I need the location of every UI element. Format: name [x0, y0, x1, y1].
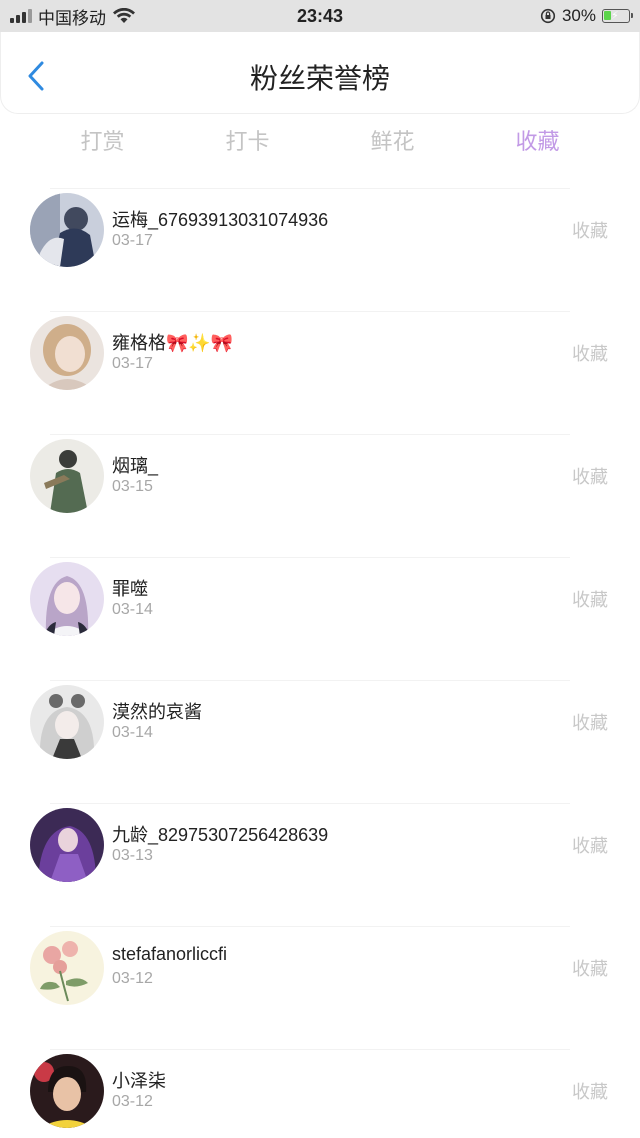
avatar[interactable] — [30, 193, 104, 267]
avatar[interactable] — [30, 931, 104, 1005]
list-item[interactable]: 漠然的哀酱 03-14 收藏 — [0, 660, 640, 783]
action-label: 收藏 — [572, 344, 608, 364]
avatar[interactable] — [30, 316, 104, 390]
list-item[interactable]: stefafanorliccfi 03-12 收藏 — [0, 906, 640, 1029]
page-title: 粉丝荣誉榜 — [249, 63, 390, 94]
user-name: 雍格格🎀✨🎀 — [112, 333, 234, 353]
user-name: 烟璃_ — [112, 456, 159, 476]
avatar[interactable] — [30, 439, 104, 513]
date-label: 03-17 — [112, 355, 153, 372]
action-label: 收藏 — [572, 836, 608, 856]
tab-reward[interactable]: 打赏 — [30, 122, 175, 162]
action-label: 收藏 — [572, 590, 608, 610]
user-name: 罪噬 — [112, 579, 148, 599]
battery-fill — [604, 11, 611, 20]
date-label: 03-17 — [112, 232, 153, 249]
avatar[interactable] — [30, 1054, 104, 1128]
date-label: 03-14 — [112, 601, 153, 618]
avatar[interactable] — [30, 685, 104, 759]
battery-icon: ⚡ — [602, 9, 633, 23]
battery-percent: 30% — [561, 6, 596, 25]
action-label: 收藏 — [572, 713, 608, 733]
list-item[interactable]: 九龄_82975307256428639 03-13 收藏 — [0, 783, 640, 906]
date-label: 03-14 — [112, 724, 153, 741]
list-item[interactable]: 小泽柒 03-12 收藏 — [0, 1029, 640, 1138]
status-bar: 中国移动 23:43 30% ⚡ — [0, 0, 640, 32]
status-right: 30% ⚡ — [540, 0, 633, 32]
avatar[interactable] — [30, 562, 104, 636]
user-name: stefafanorliccfi — [112, 944, 228, 964]
rotation-lock-icon — [540, 8, 556, 24]
divider — [50, 926, 570, 927]
divider — [50, 803, 570, 804]
date-label: 03-13 — [112, 847, 153, 864]
list-item[interactable]: 雍格格🎀✨🎀 03-17 收藏 — [0, 291, 640, 414]
header-bar: 粉丝荣誉榜 — [0, 32, 640, 114]
action-label: 收藏 — [572, 959, 608, 979]
list-item[interactable]: 运梅_67693913031074936 03-17 收藏 — [0, 168, 640, 291]
action-label: 收藏 — [572, 221, 608, 241]
tab-bar: 打赏 打卡 鲜花 收藏 — [30, 122, 610, 162]
tab-flowers[interactable]: 鲜花 — [320, 122, 465, 162]
user-name: 运梅_67693913031074936 — [112, 210, 329, 230]
divider — [50, 311, 570, 312]
tab-favorites[interactable]: 收藏 — [465, 122, 610, 162]
date-label: 03-12 — [112, 970, 153, 987]
divider — [50, 557, 570, 558]
action-label: 收藏 — [572, 1082, 608, 1102]
user-name: 小泽柒 — [112, 1071, 166, 1091]
divider — [50, 188, 570, 189]
list-item[interactable]: 烟璃_ 03-15 收藏 — [0, 414, 640, 537]
action-label: 收藏 — [572, 467, 608, 487]
user-name: 漠然的哀酱 — [112, 702, 202, 722]
charging-bolt-icon: ⚡ — [611, 10, 619, 22]
divider — [50, 434, 570, 435]
tab-checkin[interactable]: 打卡 — [175, 122, 320, 162]
date-label: 03-12 — [112, 1093, 153, 1110]
date-label: 03-15 — [112, 478, 153, 495]
avatar[interactable] — [30, 808, 104, 882]
divider — [50, 680, 570, 681]
fan-list: 运梅_67693913031074936 03-17 收藏 雍格格🎀✨🎀 03-… — [0, 168, 640, 1138]
user-name: 九龄_82975307256428639 — [112, 825, 329, 845]
divider — [50, 1049, 570, 1050]
list-item[interactable]: 罪噬 03-14 收藏 — [0, 537, 640, 660]
